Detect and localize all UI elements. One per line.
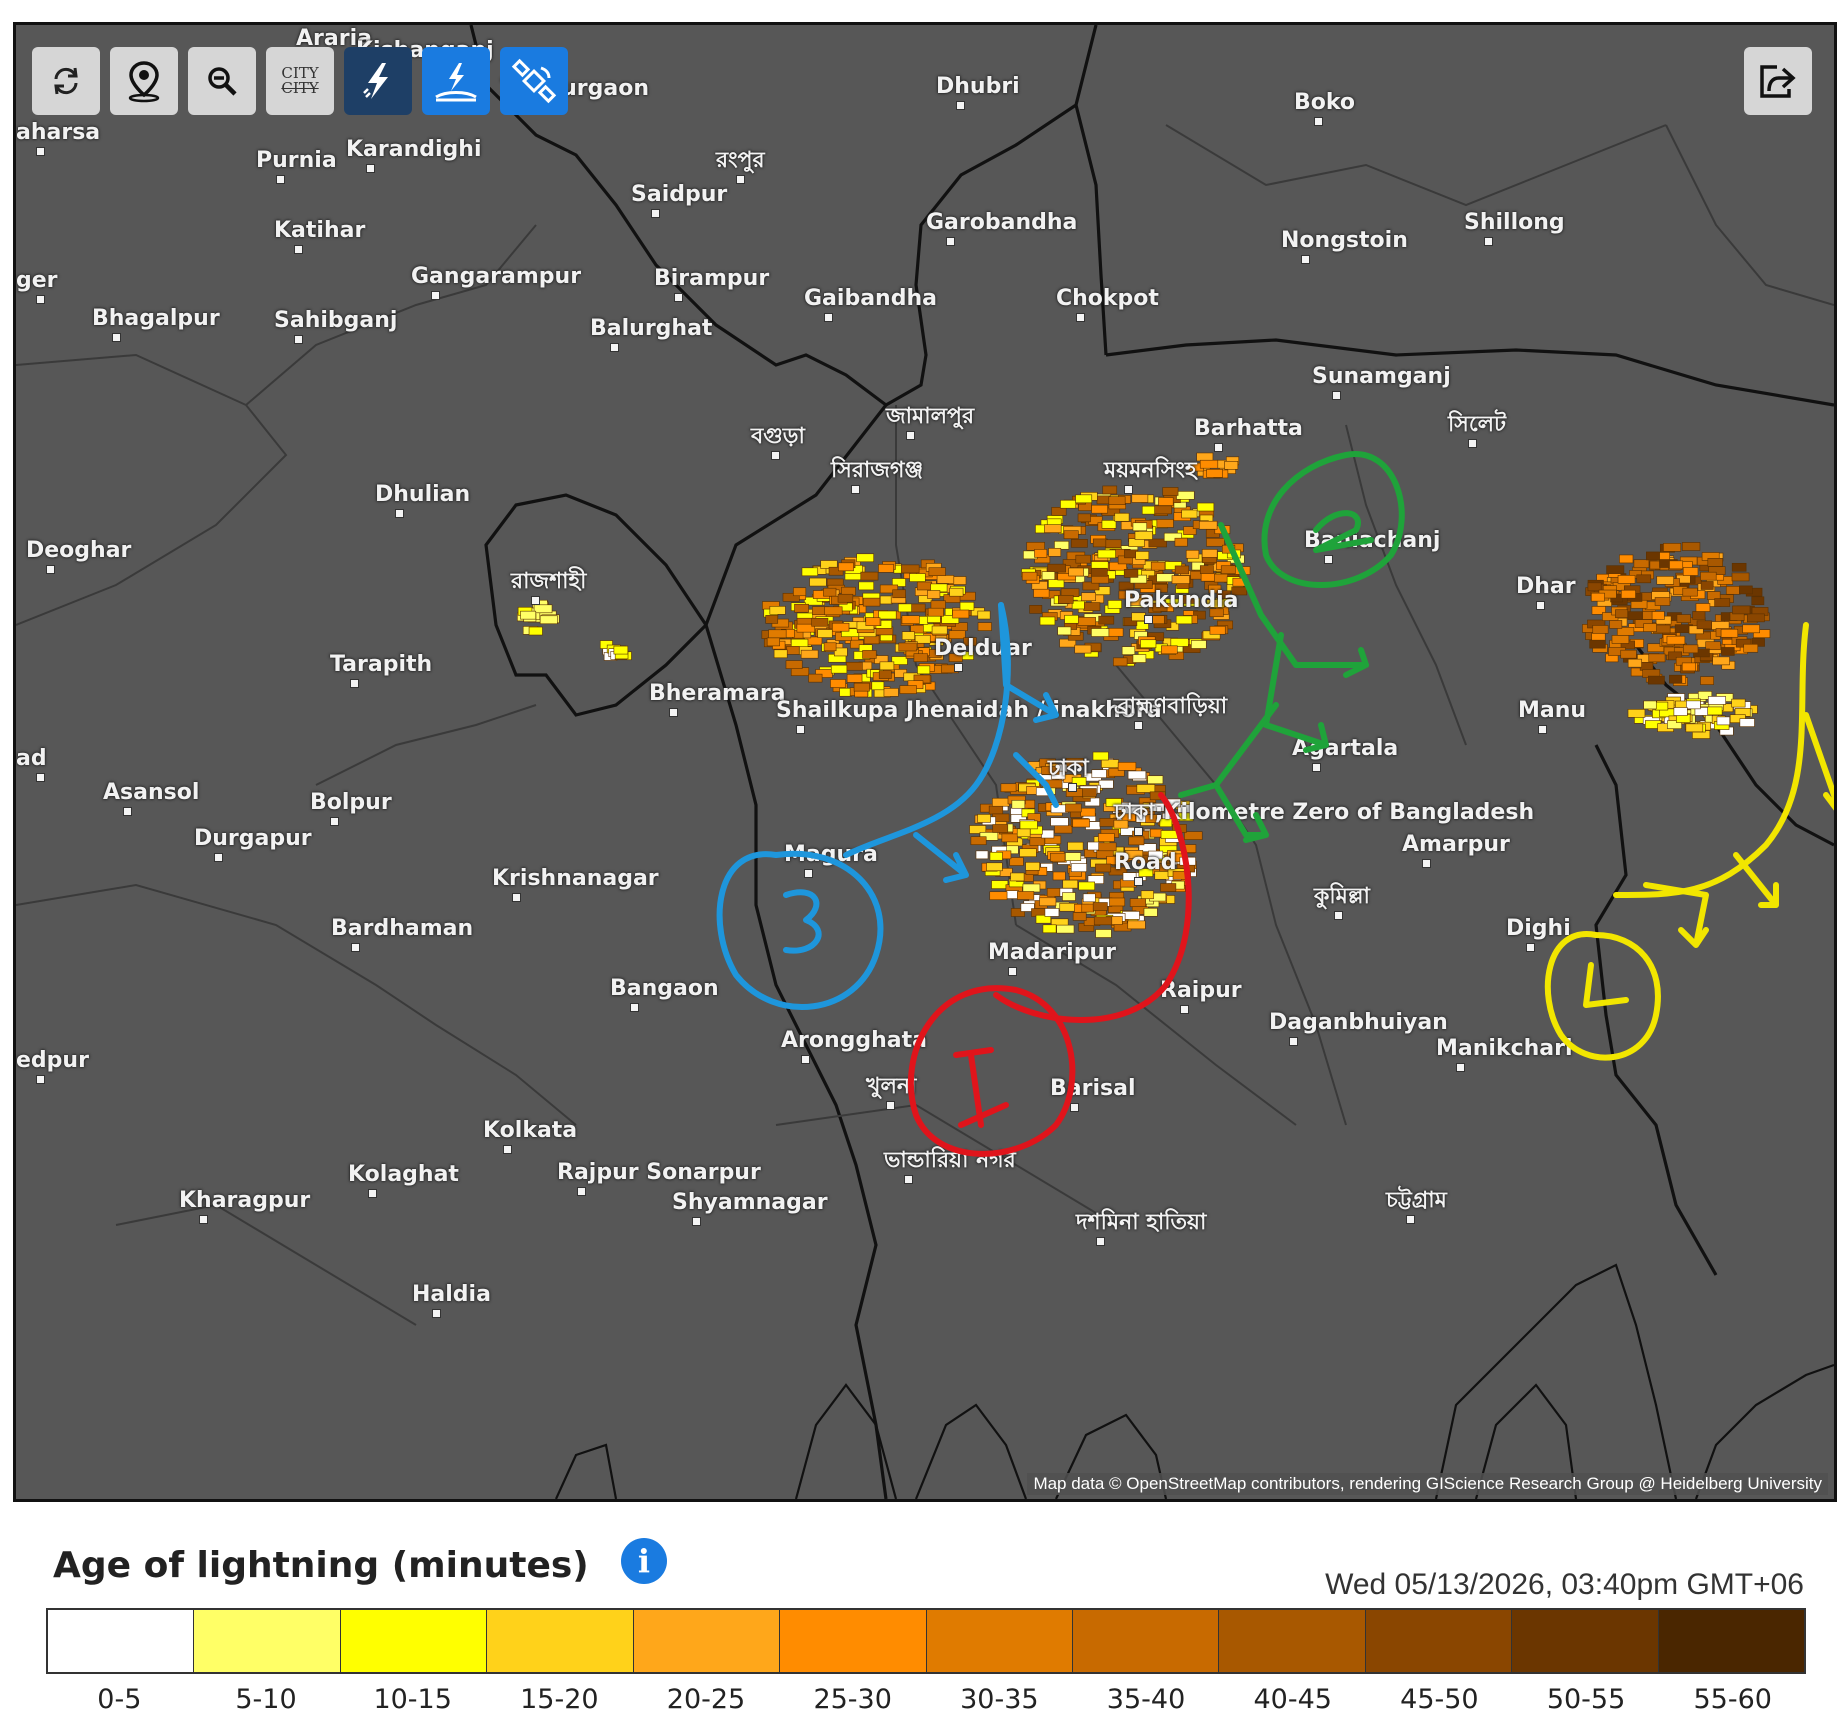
annotation-1-red <box>907 792 1192 1157</box>
legend-scale-labels: 0-5 5-10 10-15 15-20 20-25 25-30 30-35 35-40 40-… <box>46 1684 1806 1715</box>
legend-swatch-0-5 <box>48 1610 195 1672</box>
legend-swatch-35-40 <box>1072 1610 1220 1672</box>
refresh-icon <box>54 67 78 95</box>
city-labels-icon: CITY CITY <box>281 66 318 96</box>
lightning-icon <box>363 63 388 99</box>
legend-swatch-30-35 <box>926 1610 1073 1672</box>
legend-swatch-5-10 <box>194 1610 341 1672</box>
legend-swatch-25-30 <box>780 1610 927 1672</box>
legend-label: 10-15 <box>373 1684 452 1715</box>
location-button[interactable] <box>110 47 178 115</box>
zoom-out-button[interactable] <box>188 47 256 115</box>
ground-strike-icon <box>435 63 477 102</box>
legend-label: 15-20 <box>520 1684 599 1715</box>
info-icon[interactable]: i <box>621 1538 667 1584</box>
legend-swatch-10-15 <box>340 1610 488 1672</box>
map-canvas[interactable]: ArariaKishanganjThakurgaonDhubriBokoahar… <box>13 22 1837 1502</box>
map-attribution: Map data © OpenStreetMap contributors, r… <box>1027 1473 1828 1495</box>
legend-swatch-15-20 <box>487 1610 634 1672</box>
legend-swatch-20-25 <box>633 1610 781 1672</box>
city-labels-toggle[interactable]: CITY CITY <box>266 47 334 115</box>
satellite-layer-button[interactable] <box>500 47 568 115</box>
legend-swatch-40-45 <box>1219 1610 1366 1672</box>
legend-label: 35-40 <box>1106 1684 1186 1715</box>
ground-strike-layer-button[interactable] <box>422 47 490 115</box>
legend-label: 25-30 <box>813 1684 892 1715</box>
legend-label: 5-10 <box>235 1684 297 1715</box>
satellite-icon <box>511 58 557 104</box>
legend-label: 50-55 <box>1546 1684 1626 1715</box>
legend-label: 30-35 <box>960 1684 1039 1715</box>
legend-label: 0-5 <box>97 1684 142 1715</box>
annotation-2-green <box>1178 451 1405 843</box>
legend-label: 40-45 <box>1253 1684 1332 1715</box>
location-pin-icon <box>128 61 160 103</box>
legend-label: 55-60 <box>1693 1684 1772 1715</box>
legend-swatch-45-50 <box>1365 1610 1513 1672</box>
legend-swatch-55-60 <box>1658 1610 1805 1672</box>
share-icon <box>1760 65 1796 98</box>
legend-color-scale <box>46 1608 1806 1674</box>
legend-label: 20-25 <box>666 1684 746 1715</box>
legend-label: 45-50 <box>1400 1684 1479 1715</box>
city-label-struck-text: CITY <box>281 79 319 97</box>
annotations-layer <box>716 451 1834 1157</box>
share-button[interactable] <box>1744 47 1812 115</box>
zoom-out-icon <box>208 67 237 96</box>
lightning-layer-button[interactable] <box>344 47 412 115</box>
legend-title: Age of lightning (minutes) <box>53 1545 589 1586</box>
timestamp: Wed 05/13/2026, 03:40pm GMT+06 <box>1325 1568 1804 1601</box>
annotation-3-blue <box>716 602 1059 1010</box>
refresh-button[interactable] <box>32 47 100 115</box>
annotation-4-yellow <box>1544 622 1834 1061</box>
legend-swatch-50-55 <box>1512 1610 1659 1672</box>
